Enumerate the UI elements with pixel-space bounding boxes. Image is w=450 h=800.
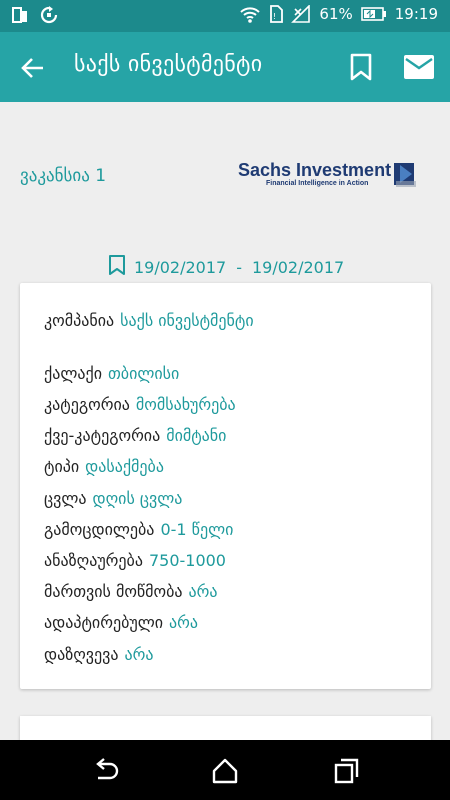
end-date: 19/02/2017 <box>252 257 345 277</box>
detail-value: საქს ინვესტმენტი <box>120 311 254 330</box>
detail-value: არა <box>124 645 154 664</box>
logo-brand: Sachs Investment <box>238 160 392 180</box>
detail-value: 750-1000 <box>148 551 226 570</box>
nav-recents-icon[interactable] <box>333 758 361 784</box>
status-bar: ! 61% 19:19 <box>0 0 450 32</box>
nav-home-icon[interactable] <box>211 758 239 784</box>
detail-value: არა <box>188 582 218 601</box>
detail-value: დასაქმება <box>85 457 164 476</box>
sim-card-icon: ! <box>269 5 284 23</box>
detail-row-driving-license: მართვის მოწმობა არა <box>44 582 218 601</box>
detail-row-shift: ცვლა დღის ცვლა <box>44 489 182 508</box>
signal-icon <box>291 5 311 23</box>
date-separator: - <box>236 257 242 277</box>
sync-icon <box>40 6 58 24</box>
detail-value: 0-1 წელი <box>160 520 234 539</box>
back-arrow-icon[interactable] <box>18 53 48 83</box>
wifi-icon <box>239 5 261 23</box>
detail-value: დღის ცვლა <box>92 489 183 508</box>
detail-label: ადაპტირებული <box>44 613 164 632</box>
detail-label: გამოცდილება <box>44 520 155 539</box>
battery-percent: 61% <box>319 5 353 23</box>
svg-text:!: ! <box>273 12 276 21</box>
detail-label: ტიპი <box>44 457 80 476</box>
detail-label: ქალაქი <box>44 364 102 383</box>
detail-row-experience: გამოცდილება 0-1 წელი <box>44 520 233 539</box>
detail-label: კატეგორია <box>44 395 130 414</box>
detail-label: კომპანია <box>44 311 115 330</box>
detail-label: ცვლა <box>44 489 87 508</box>
logo-tagline: Financial Intelligence in Action <box>266 180 369 187</box>
clock: 19:19 <box>394 5 438 23</box>
detail-row-company: კომპანია საქს ინვესტმენტი <box>44 311 254 330</box>
detail-row-city: ქალაქი თბილისი <box>44 364 179 383</box>
detail-value: თბილისი <box>107 364 180 383</box>
detail-label: ანაზღაურება <box>44 551 143 570</box>
vacancy-label: ვაკანსია 1 <box>20 166 107 186</box>
logo-mark-icon <box>394 163 416 187</box>
mail-icon[interactable] <box>403 54 435 80</box>
battery-icon <box>360 7 387 21</box>
detail-row-category: კატეგორია მომსახურება <box>44 395 236 414</box>
detail-row-type: ტიპი დასაქმება <box>44 457 164 476</box>
detail-row-adapted: ადაპტირებული არა <box>44 613 198 632</box>
system-nav-bar <box>0 740 450 800</box>
detail-value: არა <box>169 613 199 632</box>
detail-value: მომსახურება <box>135 395 236 414</box>
detail-label: დაზღვევა <box>44 645 119 664</box>
detail-value: მიმტანი <box>166 426 227 445</box>
detail-row-subcategory: ქვე-კატეგორია მიმტანი <box>44 426 226 445</box>
bookmark-outline-icon <box>108 254 126 280</box>
nav-back-icon[interactable] <box>92 758 120 784</box>
page-title: საქს ინვესტმენტი <box>74 52 263 77</box>
date-range: 19/02/2017 - 19/02/2017 <box>108 254 344 280</box>
detail-row-insurance: დაზღვევა არა <box>44 645 153 664</box>
start-date: 19/02/2017 <box>134 257 227 277</box>
bookmark-icon[interactable] <box>348 52 374 82</box>
company-logo: Sachs Investment Financial Intelligence … <box>236 160 422 194</box>
details-card: კომპანია საქს ინვესტმენტი ქალაქი თბილისი კ… <box>20 283 431 689</box>
screen-mirror-icon <box>12 6 28 24</box>
detail-label: ქვე-კატეგორია <box>44 426 161 445</box>
app-bar: საქს ინვესტმენტი <box>0 32 450 102</box>
detail-label: მართვის მოწმობა <box>44 582 183 601</box>
detail-row-salary: ანაზღაურება 750-1000 <box>44 551 226 570</box>
